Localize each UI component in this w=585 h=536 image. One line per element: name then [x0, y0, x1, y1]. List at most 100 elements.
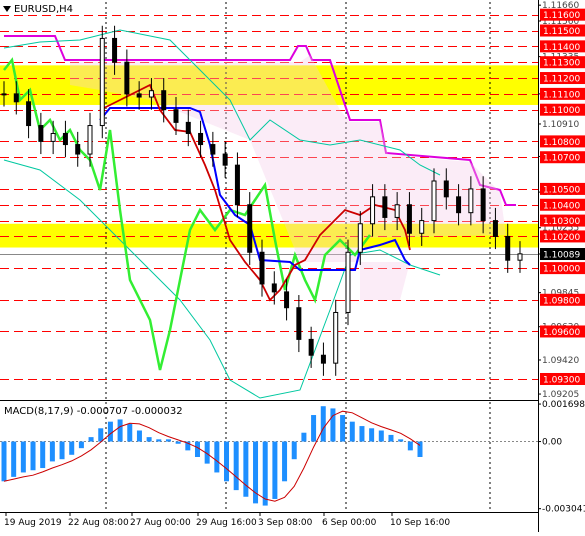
price-chart[interactable]: 1.116601.115601.113351.111001.109101.107…: [0, 0, 585, 532]
candle-body: [1, 93, 7, 96]
macd-bar: [156, 439, 162, 442]
macd-bar: [262, 441, 268, 506]
macd-bar: [301, 432, 307, 442]
price-level-label: 1.10000: [543, 265, 580, 275]
macd-bar: [340, 415, 346, 442]
candle-body: [419, 220, 425, 234]
macd-bar: [320, 406, 326, 442]
macd-bar: [107, 421, 113, 442]
time-axis-label: 19 Aug 2019: [4, 518, 62, 528]
candle-body: [320, 354, 326, 364]
macd-bar: [127, 423, 133, 442]
candle-body: [394, 204, 400, 218]
macd-bar: [349, 421, 355, 442]
macd-bar: [11, 441, 17, 477]
macd-tick-label: -0.003041: [542, 505, 585, 515]
macd-label: MACD(8,17,9) -0.000707 -0.000032: [4, 406, 183, 417]
candle-body: [505, 235, 511, 261]
macd-bar: [282, 441, 288, 482]
price-level-label: 1.10200: [543, 233, 580, 243]
macd-bar: [40, 441, 46, 469]
price-level-label: 1.09300: [543, 375, 580, 385]
candle-body: [87, 125, 93, 155]
macd-bar: [175, 441, 181, 444]
macd-bar: [98, 428, 104, 442]
macd-bar: [146, 437, 152, 442]
chart-window: 1.116601.115601.113351.111001.109101.107…: [0, 0, 585, 532]
candle-body: [443, 180, 449, 198]
price-tick-label: 1.09205: [542, 390, 579, 400]
candle-body: [284, 291, 290, 309]
macd-bar: [49, 441, 55, 462]
candle-body: [357, 223, 363, 253]
candle-body: [259, 251, 265, 285]
macd-bar: [398, 439, 404, 442]
macd-bar: [369, 428, 375, 442]
macd-bar: [272, 441, 278, 499]
candle-body: [136, 93, 142, 98]
candle-body: [50, 132, 56, 142]
candle-body: [247, 204, 253, 253]
candle-body: [333, 311, 339, 364]
candle-body: [173, 109, 179, 123]
price-level-label: 1.10700: [543, 154, 580, 164]
macd-bar: [117, 419, 123, 442]
price-level-label: 1.10500: [543, 185, 580, 195]
price-level-label: 1.11000: [543, 106, 580, 116]
candle-body: [468, 188, 474, 214]
candle-body: [382, 196, 388, 218]
candle-body: [308, 338, 314, 356]
time-axis-label: 29 Aug 16:00: [196, 518, 257, 528]
candle-body: [345, 251, 351, 313]
candle-body: [480, 188, 486, 222]
symbol-label: EURUSD,H4: [14, 4, 73, 15]
macd-bar: [136, 430, 142, 442]
candle-body: [75, 144, 81, 155]
macd-bar: [233, 441, 239, 491]
macd-bar: [224, 441, 230, 482]
price-tick-label: 1.10910: [542, 120, 579, 130]
time-axis-label: 6 Sep 00:00: [322, 518, 377, 528]
price-level-label: 1.11200: [543, 75, 580, 85]
price-level-label: 1.10400: [543, 201, 580, 211]
candle-body: [492, 220, 498, 237]
macd-bar: [311, 415, 317, 442]
current-price-label: 1.10089: [543, 251, 580, 261]
price-level-label: 1.10300: [543, 217, 580, 227]
candle-body: [198, 132, 204, 146]
candle-body: [234, 164, 240, 206]
macd-bar: [20, 441, 26, 473]
macd-bar: [214, 441, 220, 473]
candle-body: [210, 144, 216, 155]
macd-bar: [359, 426, 365, 442]
candle-body: [406, 204, 412, 234]
candle-body: [148, 90, 154, 98]
time-axis-label: 22 Aug 08:00: [68, 518, 129, 528]
candle-body: [222, 153, 228, 166]
macd-tick-label: 0.001698: [542, 400, 585, 410]
candle-body: [38, 125, 44, 142]
candle-body: [296, 307, 302, 340]
candle-body: [161, 90, 167, 111]
candle-body: [124, 61, 130, 95]
candle-body: [431, 180, 437, 222]
price-level-label: 1.11500: [543, 27, 580, 37]
price-level-label: 1.11100: [543, 90, 580, 100]
macd-bar: [30, 441, 36, 471]
time-axis-label: 10 Sep 16:00: [390, 518, 450, 528]
macd-bar: [1, 441, 7, 482]
symbol-header: EURUSD,H4: [3, 4, 73, 15]
candle-body: [13, 93, 19, 103]
price-level-label: 1.09800: [543, 296, 580, 306]
macd-tick-label: 0.00: [542, 438, 562, 448]
macd-bar: [243, 441, 249, 497]
macd-bar: [59, 441, 65, 460]
price-level-label: 1.11600: [543, 11, 580, 21]
price-tick-label: 1.09420: [542, 356, 579, 366]
price-level-label: 1.11400: [543, 43, 580, 53]
macd-bar: [165, 439, 171, 442]
candle-body: [517, 253, 523, 261]
macd-bar: [378, 430, 384, 442]
time-axis-label: 27 Aug 00:00: [130, 518, 191, 528]
candle-body: [112, 37, 118, 63]
